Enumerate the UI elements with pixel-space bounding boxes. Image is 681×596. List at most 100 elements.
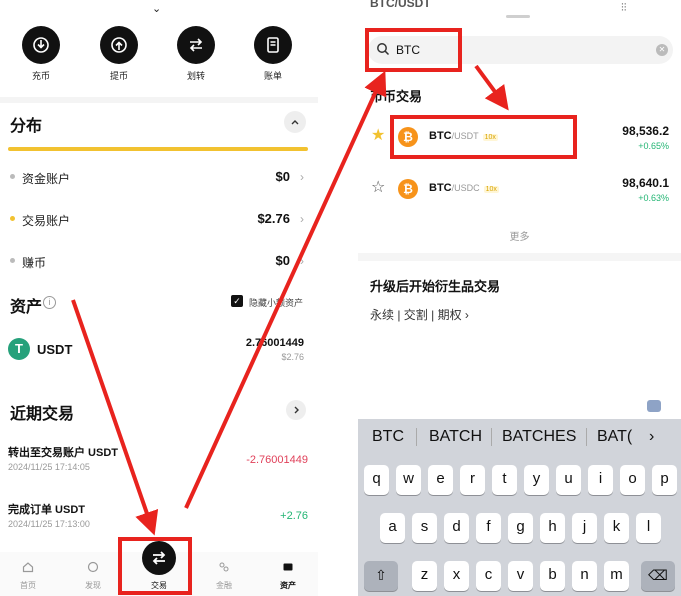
keyboard-emoji-icon[interactable] (647, 400, 661, 412)
tx-title[interactable]: 转出至交易账户 USDT (8, 444, 118, 460)
pair-quote: /USDT (451, 131, 479, 141)
suggestion-item[interactable]: BAT( (597, 428, 632, 446)
key[interactable]: y (524, 465, 549, 495)
search-input[interactable] (396, 41, 636, 59)
chevron-up-icon (291, 120, 299, 125)
result-pair-btc-usdc[interactable]: BTC/USDC 10x (429, 182, 499, 194)
btc-icon: ₿ (398, 127, 418, 147)
derivatives-link[interactable]: 永续 | 交割 | 期权 › (370, 306, 469, 323)
key[interactable]: q (364, 465, 389, 495)
wallet-icon (283, 563, 293, 571)
leverage-badge: 10x (482, 134, 498, 141)
key[interactable]: b (540, 561, 565, 591)
usdt-icon: T (8, 338, 30, 360)
tab-label: 交易 (151, 581, 167, 590)
asset-usd-value: $2.76 (281, 352, 304, 362)
shift-key[interactable]: ⇧ (364, 561, 398, 591)
key[interactable]: v (508, 561, 533, 591)
more-link[interactable]: 更多 (358, 228, 681, 243)
bill-button[interactable]: 账单 (243, 26, 303, 82)
key[interactable]: a (380, 513, 405, 543)
swap-icon (152, 551, 166, 565)
tab-label: 金融 (216, 581, 232, 590)
key[interactable]: o (620, 465, 645, 495)
deposit-button[interactable]: 充币 (11, 26, 71, 82)
suggestion-item[interactable]: BTC (372, 428, 404, 446)
chevron-right-icon: › (300, 212, 304, 226)
chevron-right-icon (294, 406, 299, 414)
key[interactable]: u (556, 465, 581, 495)
key[interactable]: j (572, 513, 597, 543)
assets-title: 资产 (10, 299, 43, 316)
key[interactable]: g (508, 513, 533, 543)
withdraw-icon (111, 37, 127, 53)
tx-time: 2024/11/25 17:13:00 (8, 519, 90, 529)
suggestion-item[interactable]: BATCH (429, 428, 482, 446)
tab-assets[interactable]: 资产 (270, 560, 306, 591)
search-icon (377, 43, 390, 56)
chevron-right-icon[interactable]: › (649, 428, 654, 446)
tx-amount: -2.76001449 (246, 454, 308, 466)
key[interactable]: t (492, 465, 517, 495)
tab-trade[interactable] (142, 541, 176, 575)
chart-icon: ⫶⫶ (621, 2, 627, 14)
tab-home[interactable]: 首页 (10, 560, 46, 591)
key[interactable]: p (652, 465, 677, 495)
key[interactable]: r (460, 465, 485, 495)
account-dot (10, 258, 15, 263)
search-bar: ✕ (368, 36, 673, 64)
transfer-button[interactable]: 划转 (166, 26, 226, 82)
bill-icon (267, 37, 279, 53)
account-name: 交易账户 (22, 214, 71, 228)
backspace-key[interactable]: ⌫ (641, 561, 675, 591)
distribution-title: 分布 (10, 118, 43, 135)
asset-symbol[interactable]: USDT (37, 342, 72, 357)
key[interactable]: d (444, 513, 469, 543)
tab-finance[interactable]: 金融 (206, 560, 242, 591)
chevron-down-icon[interactable]: ⌄ (152, 2, 161, 15)
account-row-trading[interactable]: 交易账户 $2.76 › (8, 209, 308, 229)
pair-base: BTC (429, 182, 452, 194)
key[interactable]: l (636, 513, 661, 543)
deposit-label: 充币 (31, 71, 50, 81)
account-value: $0 (275, 169, 290, 184)
search-screen: BTC/USDT ⫶⫶ ✕ 币币交易 ★ ₿ BTC/USDT10x 98,53… (358, 0, 681, 596)
key[interactable]: s (412, 513, 437, 543)
discover-icon (87, 561, 99, 573)
clear-icon[interactable]: ✕ (656, 44, 668, 56)
account-row-funding[interactable]: 资金账户 $0 › (8, 167, 308, 187)
background-pair-title: BTC/USDT (370, 0, 431, 10)
account-row-earn[interactable]: 赚币 $0 › (8, 251, 308, 271)
sheet-handle[interactable] (506, 15, 530, 18)
withdraw-button[interactable]: 提币 (89, 26, 149, 82)
key[interactable]: i (588, 465, 613, 495)
key[interactable]: x (444, 561, 469, 591)
tx-title[interactable]: 完成订单 USDT (8, 501, 85, 517)
key[interactable]: c (476, 561, 501, 591)
recent-more-button[interactable] (286, 400, 306, 420)
key[interactable]: f (476, 513, 501, 543)
result-pair-btc-usdt[interactable]: BTC/USDT 10x (429, 130, 498, 142)
chevron-right-icon: › (300, 254, 304, 268)
key[interactable]: n (572, 561, 597, 591)
info-icon[interactable]: i (43, 296, 56, 309)
divider (0, 97, 318, 103)
tab-discover[interactable]: 发现 (75, 560, 111, 591)
hide-small-assets-checkbox[interactable]: ✓ (231, 295, 243, 307)
key[interactable]: w (396, 465, 421, 495)
collapse-button[interactable] (284, 111, 306, 133)
star-outline-icon[interactable]: ☆ (371, 180, 385, 196)
account-dot (10, 216, 15, 221)
transfer-icon (189, 38, 203, 52)
star-icon[interactable]: ★ (371, 128, 385, 144)
key[interactable]: z (412, 561, 437, 591)
key[interactable]: h (540, 513, 565, 543)
key[interactable]: k (604, 513, 629, 543)
divider (491, 428, 492, 446)
account-name: 资金账户 (22, 172, 71, 186)
suggestion-item[interactable]: BATCHES (502, 428, 576, 446)
key[interactable]: m (604, 561, 629, 591)
bill-label: 账单 (263, 71, 282, 81)
key[interactable]: e (428, 465, 453, 495)
account-dot (10, 174, 15, 179)
